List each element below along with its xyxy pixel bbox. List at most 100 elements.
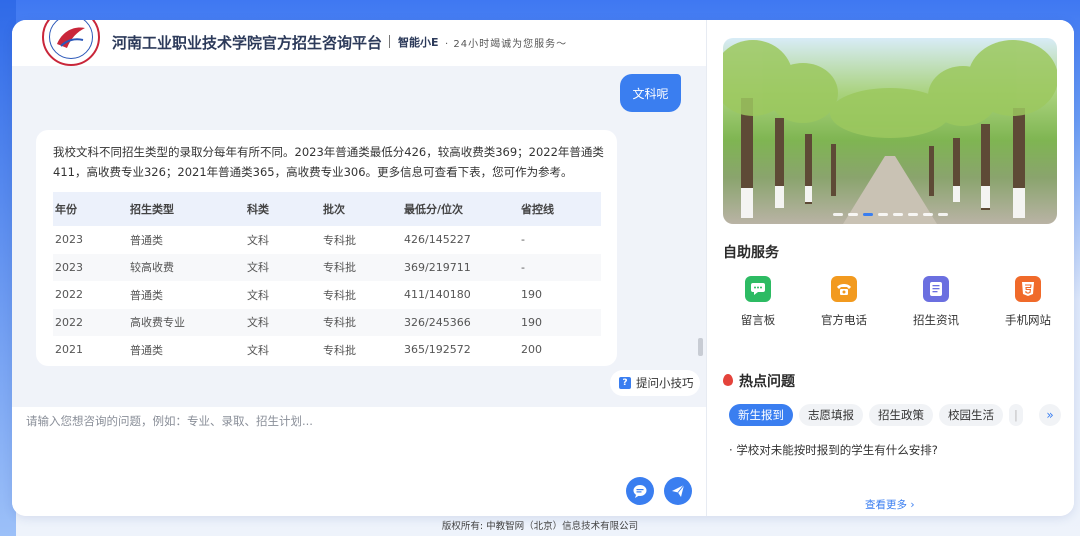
service-mobile-site[interactable]: 手机网站 [993, 276, 1063, 328]
hot-question-item[interactable]: · 学校对未能按时报到的学生有什么安排? [729, 442, 938, 458]
phone-icon [831, 276, 857, 302]
document-icon [923, 276, 949, 302]
tab-new-student-registration[interactable]: 新生报到 [729, 404, 793, 426]
tabs-scroll-right-button[interactable]: » [1039, 404, 1061, 426]
service-official-phone[interactable]: 官方电话 [809, 276, 879, 328]
table-header-cell: 省控线 [519, 192, 601, 226]
table-header-cell: 年份 [53, 192, 128, 226]
chat-header: 河南工业职业技术学院官方招生咨询平台 智能小E · 24小时竭诚为您服务～ [12, 20, 707, 66]
tab-admission-policy[interactable]: 招生政策 [869, 404, 933, 426]
message-board-icon [745, 276, 771, 302]
bot-name: 智能小E [398, 36, 439, 49]
table-row: 2021 普通类 文科 专科批 365/192572 200 [53, 336, 601, 364]
table-row: 2022 高收费专业 文科 专科批 326/245366 190 [53, 308, 601, 336]
admission-score-table: 年份 招生类型 科类 批次 最低分/位次 省控线 2023 普通类 文科 专科批 [53, 192, 601, 364]
table-cell: - [521, 233, 525, 247]
user-message-bubble: 文科呢 [620, 74, 681, 112]
bot-message-bubble: 我校文科不同招生类型的录取分每年有所不同。2023年普通类最低分426，较高收费… [36, 130, 617, 366]
table-row: 2022 普通类 文科 专科批 411/140180 190 [53, 281, 601, 309]
chat-bubble-icon [633, 485, 647, 498]
question-tips-button[interactable]: ? 提问小技巧 [610, 370, 700, 396]
table-cell: 文科 [245, 308, 321, 336]
carousel-dot[interactable] [922, 213, 933, 216]
table-cell: 2021 [55, 343, 83, 357]
carousel-dot[interactable] [892, 213, 903, 216]
tab-overflow[interactable]: | [1009, 404, 1023, 426]
table-cell: 较高收费 [128, 253, 245, 281]
table-cell: 2022 [55, 288, 83, 302]
table-cell: 411/140180 [404, 288, 471, 302]
carousel-dot[interactable] [937, 213, 948, 216]
table-cell: 专科批 [323, 233, 356, 247]
hot-questions-title: 热点问题 [739, 374, 795, 390]
question-input[interactable] [26, 413, 686, 463]
table-cell: 326/245366 [402, 308, 519, 336]
table-cell: 2022 [53, 308, 128, 336]
service-message-board[interactable]: 留言板 [723, 276, 793, 328]
service-label: 留言板 [740, 313, 776, 327]
table-cell: 普通类 [130, 288, 163, 302]
carousel-dot-active[interactable] [862, 213, 873, 216]
table-cell: 文科 [247, 233, 269, 247]
table-cell: 普通类 [130, 233, 163, 247]
carousel-dot[interactable] [907, 213, 918, 216]
table-cell: 200 [521, 343, 542, 357]
send-icon [672, 484, 685, 497]
table-cell: 2023 [55, 233, 83, 247]
table-cell: 专科批 [321, 253, 402, 281]
banner-carousel-dots [723, 213, 1057, 216]
hot-question-tabs: 新生报到 志愿填报 招生政策 校园生活 | [729, 404, 1023, 426]
table-header-cell: 最低分/位次 [402, 192, 519, 226]
table-cell: 190 [519, 308, 601, 336]
input-area [12, 407, 707, 516]
tab-application-filling[interactable]: 志愿填报 [799, 404, 863, 426]
table-cell: 369/219711 [402, 253, 519, 281]
chat-scrollbar[interactable] [698, 338, 703, 356]
send-button[interactable] [664, 477, 692, 505]
carousel-dot[interactable] [847, 213, 858, 216]
service-label: 手机网站 [1005, 313, 1051, 327]
table-cell: 426/145227 [404, 233, 471, 247]
campus-trees-picture [723, 40, 1057, 224]
fire-icon [723, 374, 733, 386]
chat-bubble-button[interactable] [626, 477, 654, 505]
service-admission-news[interactable]: 招生资讯 [901, 276, 971, 328]
main-card: 河南工业职业技术学院官方招生咨询平台 智能小E · 24小时竭诚为您服务～ 文科… [12, 20, 1074, 516]
table-cell: 高收费专业 [128, 308, 245, 336]
header-divider [389, 35, 390, 48]
table-cell: - [519, 253, 601, 281]
table-header-row: 年份 招生类型 科类 批次 最低分/位次 省控线 [53, 192, 601, 226]
table-header-cell: 科类 [245, 192, 321, 226]
table-cell: 专科批 [323, 343, 356, 357]
chevron-right-icon: › [910, 499, 915, 511]
table-cell: 专科批 [321, 308, 402, 336]
table-cell: 190 [521, 288, 542, 302]
right-panel: 自助服务 留言板 官方电话 招生资讯 手机网站 热点问题 新生报到 志愿填报 招… [707, 20, 1074, 516]
carousel-dot[interactable] [832, 213, 843, 216]
table-cell: 365/192572 [404, 343, 471, 357]
html5-icon [1015, 276, 1041, 302]
table-cell: 普通类 [130, 343, 163, 357]
campus-banner-image[interactable] [723, 38, 1057, 224]
table-header-cell: 批次 [321, 192, 402, 226]
see-more-link[interactable]: 查看更多 › [865, 497, 915, 512]
chat-area[interactable]: 文科呢 我校文科不同招生类型的录取分每年有所不同。2023年普通类最低分426，… [12, 66, 707, 407]
self-service-grid: 留言板 官方电话 招生资讯 手机网站 [723, 276, 1063, 336]
school-logo-emblem [49, 20, 93, 59]
table-row: 2023 较高收费 文科 专科批 369/219711 - [53, 253, 601, 281]
see-more-label: 查看更多 [865, 499, 907, 511]
table-cell: 文科 [245, 253, 321, 281]
school-logo [42, 20, 100, 66]
double-chevron-right-icon: » [1046, 408, 1054, 422]
table-cell: 文科 [247, 343, 269, 357]
table-cell: 2023 [53, 253, 128, 281]
table-cell: 专科批 [323, 288, 356, 302]
self-service-title: 自助服务 [723, 245, 779, 261]
question-tips-label: 提问小技巧 [636, 376, 694, 390]
table-row: 2023 普通类 文科 专科批 426/145227 - [53, 226, 601, 254]
copyright-footer: 版权所有: 中教智网（北京）信息技术有限公司 [441, 521, 639, 532]
service-label: 官方电话 [821, 313, 867, 327]
tab-campus-life[interactable]: 校园生活 [939, 404, 1003, 426]
carousel-dot[interactable] [877, 213, 888, 216]
question-mark-icon: ? [619, 377, 631, 389]
